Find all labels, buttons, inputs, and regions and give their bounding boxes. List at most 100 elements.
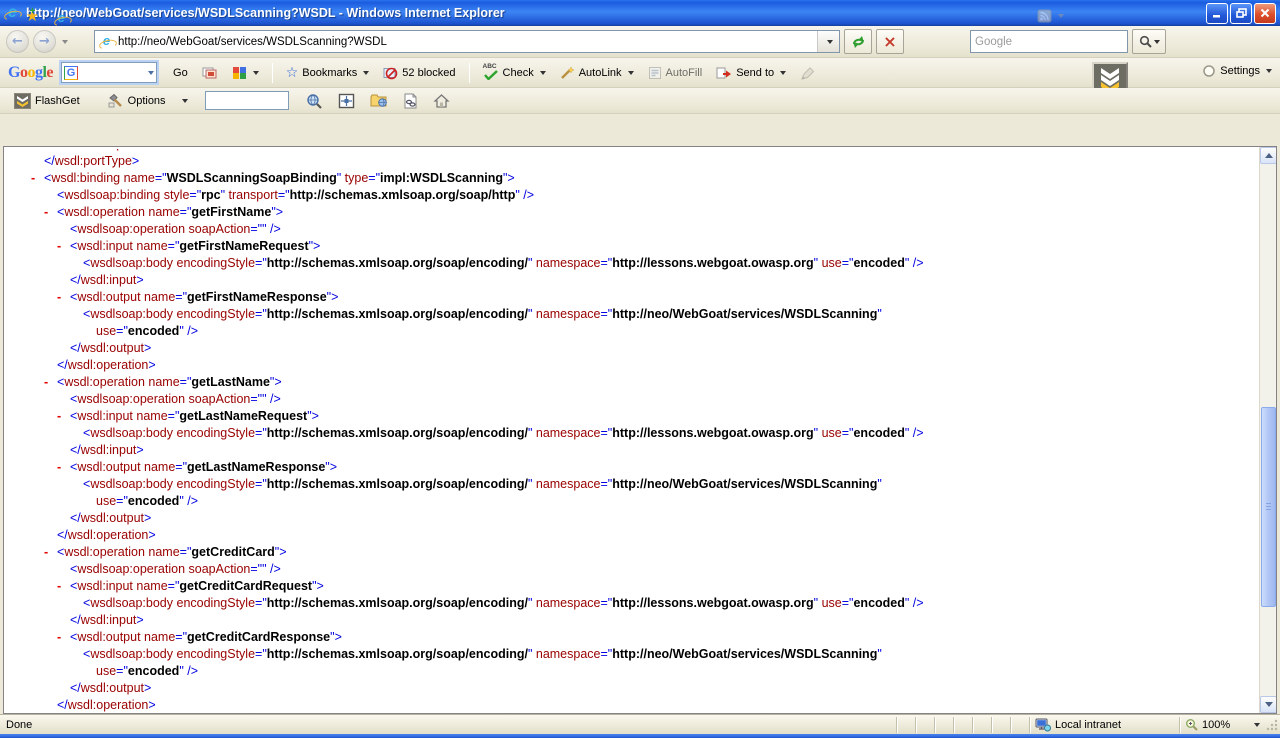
page-favicon: e xyxy=(99,34,114,49)
minimize-button[interactable] xyxy=(1206,3,1228,24)
xml-line: <wsdlsoap:body encodingStyle="http://sch… xyxy=(18,595,1259,612)
back-button[interactable]: ← xyxy=(6,30,29,53)
flashget-options-button[interactable]: Options xyxy=(102,90,194,111)
xml-line: use="encoded" /> xyxy=(18,323,1259,340)
popup-blocker-button[interactable]: 52 blocked xyxy=(377,63,461,83)
xml-line: -<wsdl:input name="getLastNameRequest"> xyxy=(18,408,1259,425)
search-go-button[interactable] xyxy=(1132,29,1166,54)
scrollbar-thumb[interactable] xyxy=(1261,407,1276,607)
address-dropdown-button[interactable] xyxy=(817,31,839,52)
autofill-form-icon xyxy=(648,66,662,80)
google-search-combo[interactable]: G xyxy=(61,62,157,83)
security-zone-cell: Local intranet xyxy=(1029,717,1179,733)
crosshair-box-icon xyxy=(338,93,355,109)
stop-button[interactable]: × xyxy=(876,29,904,54)
xml-line: -<wsdl:output name="getCreditCardRespons… xyxy=(18,629,1259,646)
xml-line: -<wsdl:operation name="getLastName"> xyxy=(18,374,1259,391)
collapse-toggle[interactable]: - xyxy=(57,238,61,255)
ie-logo-icon: e xyxy=(4,5,21,22)
autolink-button[interactable]: AutoLink xyxy=(554,63,640,83)
google-g-icon: G xyxy=(64,66,78,80)
highlighter-pen-icon xyxy=(800,66,815,80)
settings-button[interactable]: Settings xyxy=(1202,64,1272,78)
collapse-toggle[interactable]: - xyxy=(44,204,48,221)
autolink-wand-icon xyxy=(560,66,575,80)
autofill-button[interactable]: AutoFill xyxy=(642,63,709,83)
collapse-toggle[interactable]: - xyxy=(57,289,61,306)
history-dropdown[interactable] xyxy=(62,40,68,44)
xml-line: <wsdlsoap:body encodingStyle="http://sch… xyxy=(18,425,1259,442)
scroll-up-button[interactable] xyxy=(1260,147,1277,164)
hammer-icon xyxy=(108,93,124,108)
xml-line: </wsdl:operation> xyxy=(18,527,1259,544)
feeds-button[interactable] xyxy=(1031,6,1070,26)
collapse-toggle[interactable]: - xyxy=(57,578,61,595)
collapse-toggle[interactable]: - xyxy=(57,629,61,646)
xml-line: -<wsdl:operation name="getCreditCard"> xyxy=(18,544,1259,561)
restore-button[interactable] xyxy=(1230,3,1252,24)
xml-line: </wsdl:input> xyxy=(18,272,1259,289)
sendto-button[interactable]: Send to xyxy=(710,63,792,83)
colored-cube-icon xyxy=(232,66,247,80)
xml-line: </wsdl:input> xyxy=(18,612,1259,629)
scroll-down-button[interactable] xyxy=(1260,696,1277,713)
google-go-button[interactable]: Go xyxy=(167,64,194,82)
xml-line: </wsdl:input> xyxy=(18,442,1259,459)
refresh-icon xyxy=(851,35,866,49)
zoom-magnifier-icon xyxy=(1185,718,1198,731)
flashget-button[interactable]: FlashGet xyxy=(8,90,86,112)
google-toolbar: Google G Go ☆ Bookmarks 52 blocked ABC xyxy=(0,58,1280,88)
refresh-button[interactable] xyxy=(844,29,872,54)
xml-line: <wsdlsoap:body encodingStyle="http://sch… xyxy=(18,476,1259,493)
tab-favicon: e xyxy=(54,11,69,26)
collapse-toggle[interactable]: - xyxy=(57,459,61,476)
colored-cube-button[interactable] xyxy=(226,63,265,83)
xml-line: <wsdlsoap:body encodingStyle="http://sch… xyxy=(18,255,1259,272)
highlighter-button[interactable] xyxy=(794,63,821,83)
card-stack-icon[interactable] xyxy=(196,63,224,83)
flashget-search-input[interactable] xyxy=(205,91,289,110)
vertical-scrollbar[interactable] xyxy=(1259,147,1276,713)
window-bottom-border xyxy=(0,734,1280,738)
page-content: </wsdl:operation> </wsdl:portType> -<wsdl:… xyxy=(3,146,1277,714)
xml-line: </wsdl:operation> xyxy=(18,697,1259,713)
search-box[interactable]: Google xyxy=(970,30,1128,53)
xml-line: </wsdl:output> xyxy=(18,510,1259,527)
title-bar: e http://neo/WebGoat/services/WSDLScanni… xyxy=(0,0,1280,26)
search-placeholder: Google xyxy=(975,36,1012,48)
forward-button[interactable]: → xyxy=(33,30,56,53)
xml-line: </wsdl:operation> xyxy=(18,357,1259,374)
settings-circle-icon xyxy=(1202,64,1216,78)
address-field[interactable]: e http://neo/WebGoat/services/WSDLScanni… xyxy=(94,30,840,53)
resize-grip[interactable] xyxy=(1265,718,1280,734)
flashget-toolbar: FlashGet Options xyxy=(0,88,1280,114)
bookmarks-button[interactable]: ☆ Bookmarks xyxy=(280,62,376,84)
xml-line: -<wsdl:input name="getFirstNameRequest"> xyxy=(18,238,1259,255)
xml-line: </wsdl:portType> xyxy=(18,153,1259,170)
collapse-toggle[interactable]: - xyxy=(31,170,35,187)
status-bar: Done Local intranet 100% xyxy=(0,714,1280,734)
xml-document: </wsdl:operation> </wsdl:portType> -<wsdl:… xyxy=(4,147,1259,713)
xml-line: use="encoded" /> xyxy=(18,663,1259,680)
site-explorer-button[interactable] xyxy=(300,90,329,112)
search-options-dropdown[interactable] xyxy=(1154,40,1160,44)
page-links-button[interactable] xyxy=(397,90,424,112)
close-button[interactable] xyxy=(1254,3,1276,24)
capture-target-button[interactable] xyxy=(332,90,361,112)
magnifier-globe-icon xyxy=(306,93,323,109)
spellcheck-button[interactable]: ABC Check xyxy=(477,62,552,83)
download-folder-button[interactable] xyxy=(364,90,394,111)
xml-line: -<wsdl:output name="getLastNameResponse"… xyxy=(18,459,1259,476)
popup-blocked-icon xyxy=(383,66,398,80)
collapse-toggle[interactable]: - xyxy=(44,544,48,561)
address-url[interactable]: http://neo/WebGoat/services/WSDLScanning… xyxy=(114,36,817,48)
folder-globe-icon xyxy=(370,93,388,108)
window-title: http://neo/WebGoat/services/WSDLScanning… xyxy=(26,6,1198,20)
back-icon: ← xyxy=(12,34,23,49)
zoom-control[interactable]: 100% xyxy=(1179,717,1265,733)
collapse-toggle[interactable]: - xyxy=(57,408,61,425)
collapse-toggle[interactable]: - xyxy=(44,374,48,391)
add-favorite-button[interactable]: ★ + xyxy=(25,7,38,25)
flashget-home-button[interactable] xyxy=(427,90,456,111)
xml-line: -<wsdl:output name="getFirstNameResponse… xyxy=(18,289,1259,306)
